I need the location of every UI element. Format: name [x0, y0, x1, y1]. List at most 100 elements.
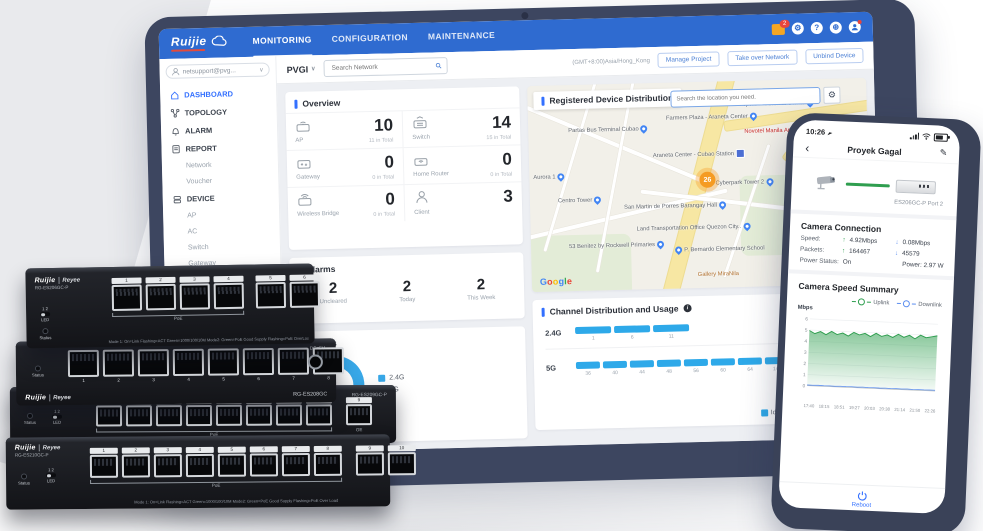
map-poi[interactable]: Aurora 1 — [533, 173, 564, 181]
map-settings-button[interactable]: ⚙ — [823, 86, 840, 103]
channel-segment[interactable]: 1 — [575, 326, 611, 342]
sidebar-item-topology[interactable]: TOPOLOGY — [166, 102, 270, 122]
help-icon[interactable]: ? — [811, 22, 823, 34]
led-selector: 1 2 LED — [46, 467, 56, 483]
settings-icon[interactable]: ⚙ — [792, 22, 804, 34]
sidebar-label: Voucher — [186, 178, 212, 186]
port-number: 10 — [388, 445, 416, 451]
sidebar-item-ac[interactable]: AC — [169, 222, 273, 240]
project-selector[interactable]: PVGI ∨ — [287, 64, 316, 75]
sidebar-item-ap[interactable]: AP — [169, 206, 273, 224]
port-number: 9 — [346, 397, 372, 403]
sidebar-item-device[interactable]: DEVICE — [169, 188, 273, 208]
poi-label: P. Bernardo Elementary School — [684, 245, 765, 253]
channel-segment[interactable]: 56 — [684, 359, 708, 375]
channel-bar — [603, 361, 627, 369]
channel-bars-24g: 1611 — [575, 324, 689, 342]
channel-segment[interactable]: 36 — [576, 361, 600, 377]
rj45-port — [146, 284, 176, 311]
x-tick: 18:51 — [834, 404, 845, 409]
channel-segment[interactable]: 44 — [630, 360, 654, 376]
notification-icon[interactable]: 2 — [772, 23, 785, 34]
port-number: 8 — [313, 375, 344, 381]
unbind-device-button[interactable]: Unbind Device — [805, 48, 864, 64]
packets-up-value: 164467 — [849, 248, 891, 257]
led-selector: 1 2 LED — [40, 306, 50, 322]
led-numbers: 1 2 — [40, 306, 50, 311]
search-input[interactable] — [329, 61, 431, 72]
port-number: 3 — [154, 447, 182, 453]
summary-title: Camera Speed Summary — [798, 281, 942, 297]
report-icon — [171, 145, 180, 154]
channel-segment[interactable]: 64 — [738, 357, 762, 373]
port-number: 2 — [122, 447, 150, 453]
manage-project-button[interactable]: Manage Project — [658, 51, 720, 67]
switch-rg-es208gc: Status 12345678 RuijieReyee RG-ES208GC D… — [16, 338, 337, 405]
menu-configuration[interactable]: CONFIGURATION — [331, 22, 408, 56]
device-cluster-marker[interactable]: 26 — [699, 172, 715, 188]
svg-text:2: 2 — [803, 361, 806, 367]
stat-sub: 0 in Total — [433, 172, 512, 180]
map-pin-icon — [639, 124, 649, 134]
menu-monitoring[interactable]: MONITORING — [252, 24, 312, 57]
camera-speed-summary-section: Camera Speed Summary Uplink Downlink Mbp… — [782, 273, 954, 420]
ge-label: GE — [346, 427, 372, 432]
info-icon[interactable]: i — [683, 304, 691, 312]
stat-value: 0 — [317, 190, 395, 209]
rj45-port — [256, 282, 286, 309]
stat-sub: 15 in Total — [432, 135, 511, 143]
map-poi[interactable]: Araneta Center - Cubao Station — [653, 149, 745, 160]
sidebar-item-report[interactable]: REPORT — [167, 138, 271, 158]
network-search[interactable] — [323, 57, 447, 77]
switch-rg-es210gc-p: RuijieReyee RG-ES210GC-P 1 2 LED Status … — [6, 434, 391, 509]
language-icon[interactable]: ⊕ — [830, 21, 842, 33]
sidebar-item-switch[interactable]: Switch — [170, 238, 274, 256]
take-over-network-button[interactable]: Take over Network — [727, 50, 797, 67]
channel-segment[interactable]: 60 — [711, 358, 735, 374]
account-selector[interactable]: netsupport@pvg... ∨ — [165, 62, 269, 79]
sidebar-item-voucher[interactable]: Voucher — [168, 172, 272, 190]
rj45-port — [126, 405, 152, 426]
channel-number: 36 — [585, 371, 591, 377]
channel-segment[interactable]: 40 — [603, 361, 627, 377]
legend-swatch-idle — [761, 409, 768, 416]
map-poi[interactable]: Centro Tower — [558, 196, 602, 204]
sidebar-item-alarm[interactable]: ALARM — [167, 120, 271, 140]
svg-text:5: 5 — [805, 328, 808, 334]
home-router-icon — [413, 153, 429, 167]
channel-segment[interactable]: 48 — [657, 359, 681, 375]
channel-number: 64 — [747, 367, 753, 373]
account-icon[interactable] — [849, 21, 861, 33]
uplink-port-group: 56 — [255, 274, 320, 308]
legend-uplink: Uplink — [873, 299, 889, 306]
map-poi[interactable]: Gallery MiraNila — [698, 271, 739, 278]
location-arrow-icon — [827, 129, 833, 135]
channel-segment[interactable]: 6 — [614, 325, 650, 341]
camera-speed-chart: 0123456 — [794, 311, 941, 403]
map-poi[interactable]: 53 Benitez by Rockwell Primaries — [569, 241, 664, 250]
switch-model: RG-ES206GC-P — [35, 285, 81, 291]
map-poi[interactable]: Partas Bus Terminal Cubao — [568, 125, 648, 134]
reboot-button[interactable]: Reboot — [778, 481, 945, 514]
channel-bar — [630, 360, 654, 368]
alarm-label: This Week — [444, 294, 518, 302]
ethernet-port: 4 — [173, 349, 204, 383]
sidebar-label: TOPOLOGY — [185, 107, 228, 117]
map-poi[interactable]: San Martin de Porres Barangay Hall — [624, 201, 726, 210]
edit-icon[interactable]: ✎ — [939, 148, 947, 159]
status-label: Status — [18, 480, 30, 485]
sidebar-item-network[interactable]: Network — [168, 156, 272, 174]
switch-model: RG-ES210GC-P — [15, 452, 61, 457]
menu-maintenance[interactable]: MAINTENANCE — [428, 20, 496, 54]
packets-label: Packets: — [800, 246, 838, 255]
alarms-panel: Alarms 2 Uncleared 2 Today — [289, 252, 525, 324]
rj45-port — [138, 349, 169, 376]
map-poi[interactable]: Land Transportation Office Quezon City.. — [637, 223, 751, 233]
channel-number: 11 — [669, 334, 674, 340]
channel-segment[interactable]: 11 — [653, 324, 689, 340]
sidebar-item-dashboard[interactable]: DASHBOARD — [166, 84, 270, 104]
port-number: 7 — [278, 376, 309, 382]
channel-bar — [614, 325, 650, 333]
wireless-bridge-icon — [297, 192, 313, 206]
map-poi[interactable]: Cyberpark Tower 2 — [715, 178, 773, 186]
